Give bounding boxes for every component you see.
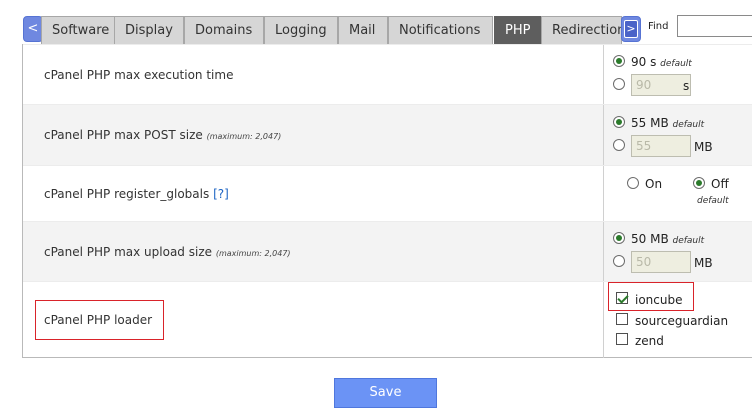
checkbox-label: ioncube bbox=[635, 293, 683, 307]
scroll-tabs-right-button[interactable]: > bbox=[621, 16, 641, 42]
chevron-left-icon: < bbox=[27, 21, 39, 36]
setting-row-register-globals: cPanel PHP register_globals [?] On Off d… bbox=[23, 165, 752, 221]
tab-label: Domains bbox=[195, 23, 253, 38]
tab-label: Mail bbox=[349, 23, 376, 38]
setting-row-loader: cPanel PHP loader ioncube sourceguardian… bbox=[23, 281, 752, 358]
on-label: On bbox=[645, 177, 663, 191]
setting-label: cPanel PHP max POST size (maximum: 2,047… bbox=[44, 128, 282, 142]
default-radio[interactable] bbox=[613, 232, 625, 244]
setting-row-max-upload-size: cPanel PHP max upload size (maximum: 2,0… bbox=[23, 221, 752, 281]
tab-logging[interactable]: Logging bbox=[264, 16, 338, 44]
save-button[interactable]: Save bbox=[334, 378, 437, 408]
unit-label: MB bbox=[694, 256, 713, 270]
unit-label: MB bbox=[694, 140, 713, 154]
default-radio[interactable] bbox=[613, 116, 625, 128]
tab-mail[interactable]: Mail bbox=[338, 16, 388, 44]
on-radio[interactable] bbox=[627, 177, 639, 189]
setting-label: cPanel PHP register_globals [?] bbox=[44, 187, 229, 201]
unit-label: s bbox=[683, 79, 690, 93]
maximum-note: (maximum: 2,047) bbox=[206, 132, 282, 141]
tab-label: PHP bbox=[505, 23, 531, 38]
custom-value-input[interactable] bbox=[631, 74, 691, 96]
tab-label: Software bbox=[52, 23, 110, 38]
custom-value-input[interactable] bbox=[631, 135, 691, 157]
setting-row-max-post-size: cPanel PHP max POST size (maximum: 2,047… bbox=[23, 104, 752, 165]
tab-label: Redirection bbox=[552, 23, 622, 38]
custom-radio[interactable] bbox=[613, 78, 625, 90]
tab-display[interactable]: Display bbox=[114, 16, 184, 44]
ioncube-checkbox[interactable] bbox=[616, 292, 628, 304]
custom-radio[interactable] bbox=[613, 255, 625, 267]
tab-label: Display bbox=[125, 23, 173, 38]
setting-label: cPanel PHP max upload size (maximum: 2,0… bbox=[44, 245, 291, 259]
settings-tab-bar: < Software Display Domains Logging Mail … bbox=[0, 0, 752, 44]
column-divider bbox=[603, 45, 604, 104]
tab-redirection[interactable]: Redirection bbox=[541, 16, 622, 44]
scroll-tabs-left-button[interactable]: < bbox=[23, 16, 43, 42]
tab-domains[interactable]: Domains bbox=[184, 16, 264, 44]
maximum-note: (maximum: 2,047) bbox=[215, 249, 291, 258]
tab-software[interactable]: Software bbox=[41, 16, 115, 44]
custom-value-input[interactable] bbox=[631, 251, 691, 273]
custom-radio[interactable] bbox=[613, 139, 625, 151]
off-label: Off bbox=[711, 177, 729, 191]
checkbox-label: zend bbox=[635, 334, 664, 348]
default-tag: default bbox=[697, 196, 729, 206]
setting-row-max-execution-time: cPanel PHP max execution time 90 s defau… bbox=[23, 44, 752, 104]
php-settings-table: cPanel PHP max execution time 90 s defau… bbox=[22, 44, 752, 358]
setting-label: cPanel PHP loader bbox=[44, 313, 153, 327]
help-link[interactable]: [?] bbox=[213, 187, 229, 201]
tab-label: Logging bbox=[275, 23, 327, 38]
default-value: 55 MB default bbox=[631, 116, 705, 130]
find-input[interactable] bbox=[677, 15, 752, 37]
find-label: Find bbox=[648, 21, 669, 32]
tab-php[interactable]: PHP bbox=[494, 16, 541, 44]
tab-notifications[interactable]: Notifications bbox=[388, 16, 493, 44]
default-value: 90 s default bbox=[631, 55, 692, 69]
column-divider bbox=[603, 282, 604, 358]
checkbox-label: sourceguardian bbox=[635, 314, 729, 328]
column-divider bbox=[603, 222, 604, 281]
off-radio[interactable] bbox=[693, 177, 705, 189]
setting-label: cPanel PHP max execution time bbox=[44, 68, 234, 82]
zend-checkbox[interactable] bbox=[616, 333, 628, 345]
tab-label: Notifications bbox=[399, 23, 481, 38]
column-divider bbox=[603, 105, 604, 165]
sourceguardian-checkbox[interactable] bbox=[616, 313, 628, 325]
default-value: 50 MB default bbox=[631, 232, 705, 246]
default-radio[interactable] bbox=[613, 55, 625, 67]
chevron-right-icon: > bbox=[624, 20, 638, 38]
column-divider bbox=[603, 166, 604, 221]
